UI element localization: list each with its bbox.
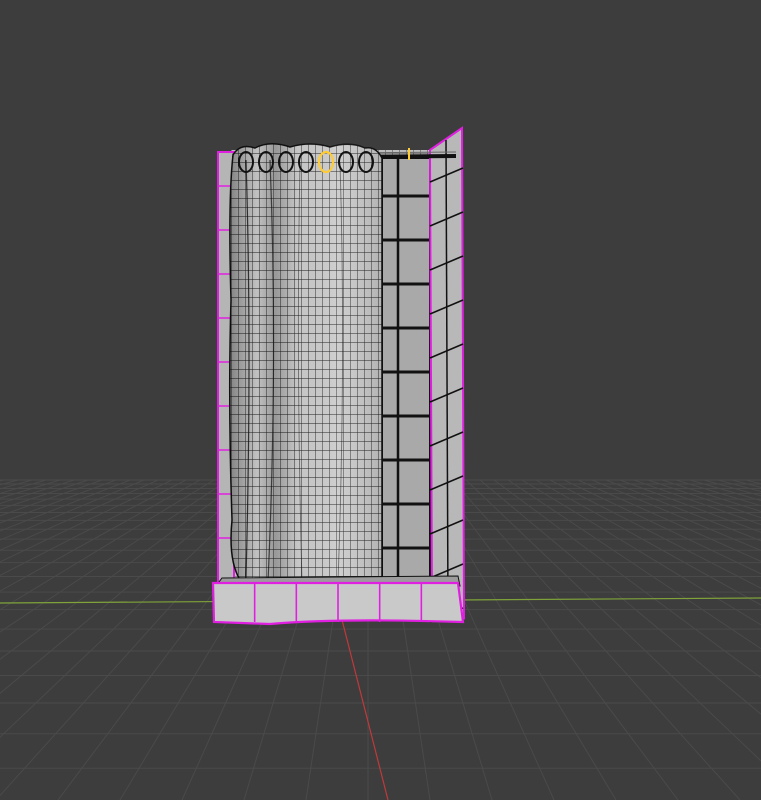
- grid-line: [0, 479, 131, 532]
- grid-line: [465, 479, 761, 762]
- grid-line: [717, 479, 761, 492]
- grid-line: [451, 479, 741, 800]
- grid-line: [0, 479, 5, 482]
- grid-line: [731, 479, 761, 488]
- grid-line: [0, 479, 19, 486]
- grid-line: [633, 479, 761, 526]
- grid-line: [0, 479, 117, 524]
- grid-line: [605, 479, 761, 542]
- grid-line: [577, 479, 761, 562]
- grid-line: [0, 479, 33, 490]
- grid-line: [619, 479, 761, 533]
- grid-line: [0, 479, 215, 611]
- shower-base[interactable]: [211, 575, 465, 626]
- grid-line: [493, 479, 761, 679]
- grid-line: [703, 479, 761, 497]
- y-axis-line: [339, 611, 389, 800]
- grid-line: [0, 479, 89, 510]
- right-wall-panel[interactable]: [428, 126, 466, 623]
- grid-line: [0, 479, 243, 660]
- grid-line: [591, 479, 761, 551]
- grid-line: [479, 479, 761, 715]
- shower-model[interactable]: [211, 126, 466, 626]
- grid-line: [563, 479, 761, 575]
- viewport-scene[interactable]: [0, 0, 761, 800]
- shower-curtain[interactable]: [228, 143, 383, 585]
- grid-line: [0, 479, 75, 505]
- right-wall-tiles[interactable]: [381, 157, 431, 594]
- 3d-viewport[interactable]: [0, 0, 761, 800]
- grid-line: [661, 479, 761, 512]
